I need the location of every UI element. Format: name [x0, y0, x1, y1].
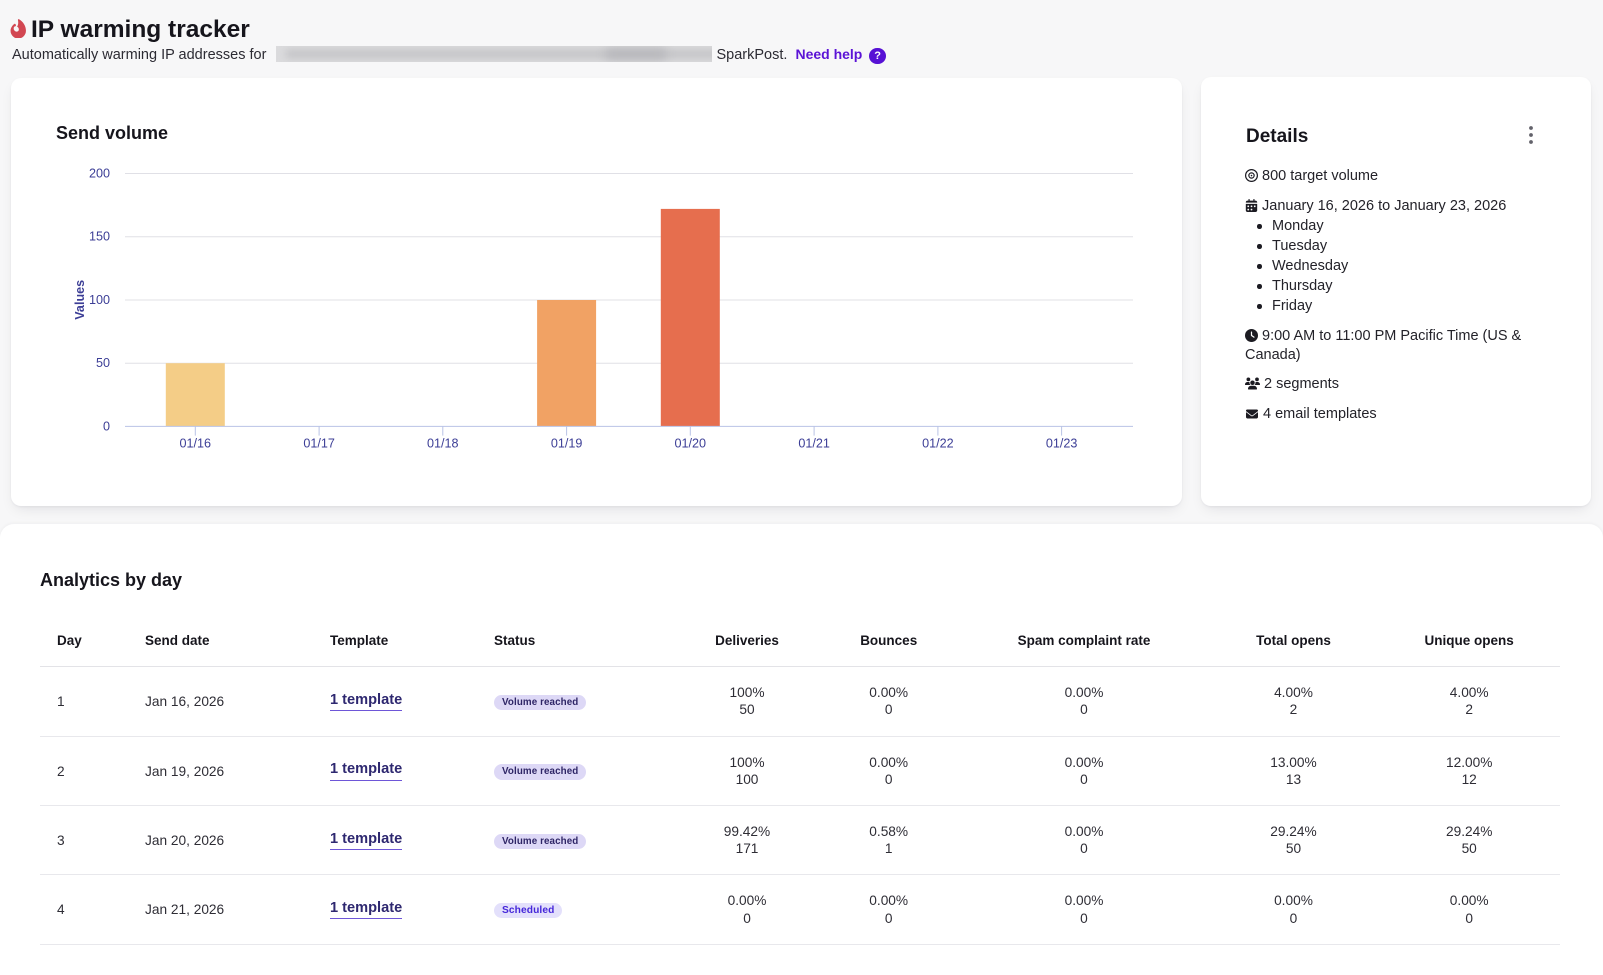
svg-text:150: 150 [89, 230, 110, 244]
svg-text:01/20: 01/20 [675, 437, 707, 451]
svg-text:01/19: 01/19 [551, 437, 583, 451]
svg-text:01/22: 01/22 [922, 437, 954, 451]
svg-text:0: 0 [103, 419, 110, 433]
svg-text:01/21: 01/21 [798, 437, 830, 451]
svg-text:50: 50 [96, 356, 110, 370]
svg-text:100: 100 [89, 293, 110, 307]
svg-text:200: 200 [89, 167, 110, 181]
svg-text:Values: Values [73, 280, 87, 320]
svg-text:01/18: 01/18 [427, 437, 459, 451]
svg-text:01/17: 01/17 [303, 437, 335, 451]
svg-text:01/16: 01/16 [180, 437, 212, 451]
svg-text:01/23: 01/23 [1046, 437, 1078, 451]
